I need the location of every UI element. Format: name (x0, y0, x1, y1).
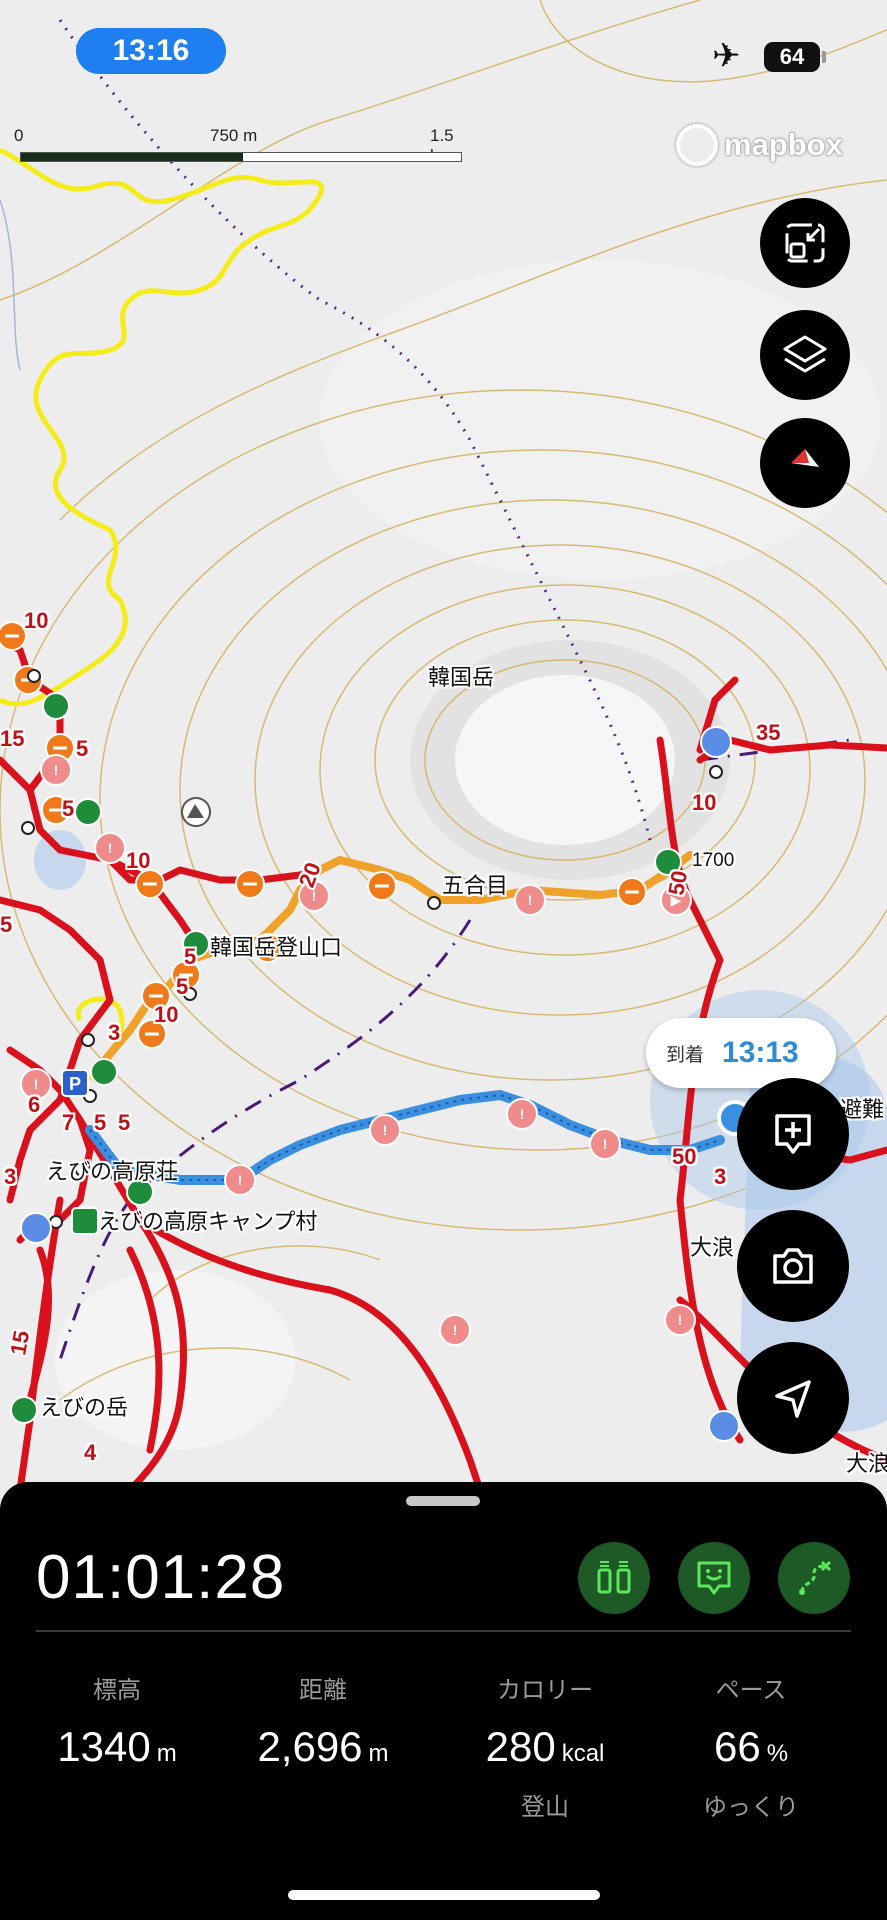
stat-label: 標高 (93, 1677, 141, 1704)
route-icon (799, 1560, 832, 1595)
svg-text:!: ! (520, 1106, 525, 1122)
eta-time: 13:13 (722, 1036, 799, 1069)
add-note-icon (775, 1114, 811, 1154)
scale-bar-line (20, 152, 462, 162)
home-indicator[interactable] (288, 1890, 600, 1900)
mapbox-wordmark: mapbox (724, 127, 843, 162)
svg-text:P: P (69, 1074, 81, 1094)
route-number: 3 (714, 1164, 727, 1189)
mapbox-attribution[interactable]: mapbox (676, 124, 843, 166)
svg-text:!: ! (312, 888, 317, 904)
stat-calories: カロリー 280 kcal 登山 (440, 1670, 650, 1822)
route-number: 5 (94, 1110, 107, 1135)
locate-button[interactable] (737, 1342, 849, 1454)
navigation-arrow-icon (775, 1380, 811, 1418)
route-number: 3 (4, 1164, 17, 1189)
route-number: 10 (24, 608, 49, 633)
battery-indicator: 64 (764, 42, 826, 72)
route-number: 50 (663, 868, 693, 898)
svg-text:!: ! (34, 1076, 39, 1092)
scale-label-mid: 750 m (210, 126, 258, 145)
add-note-button[interactable] (737, 1078, 849, 1190)
route-number: 10 (154, 1002, 179, 1027)
compass-icon (791, 449, 819, 467)
stat-value: 1340 m (57, 1723, 177, 1770)
zoom-fit-button[interactable] (760, 198, 850, 288)
smile-note-icon (697, 1561, 731, 1595)
svg-text:!: ! (54, 762, 59, 778)
scale-label-zero: 0 (14, 126, 24, 145)
map-label-camp-village: えびの高原キャンプ村 (98, 1209, 318, 1234)
route-number: 6 (28, 1092, 41, 1117)
svg-text:!: ! (108, 840, 113, 856)
route-number: 4 (84, 1440, 97, 1465)
layers-icon (783, 335, 827, 373)
camera-button[interactable] (737, 1210, 849, 1322)
route-number: 7 (62, 1110, 75, 1135)
compass-button[interactable] (760, 418, 850, 508)
route-number: 5 (0, 912, 13, 937)
status-time-pill[interactable]: 13:16 (76, 28, 226, 74)
route-number: 5 (176, 974, 189, 999)
svg-text:!: ! (383, 1122, 388, 1138)
map-label-onami-2: 大浪 (846, 1451, 887, 1476)
stat-label: カロリー (497, 1677, 593, 1704)
stat-label: 距離 (299, 1677, 347, 1704)
route-number: 3 (108, 1020, 121, 1045)
route-number: 15 (0, 726, 25, 751)
map-label-trailhead: 韓国岳登山口 (210, 935, 343, 960)
mapbox-logo-icon (676, 124, 718, 166)
route-number: 5 (118, 1110, 131, 1135)
route-number: 5 (184, 944, 197, 969)
map-label-gogome: 五合目 (442, 873, 509, 898)
svg-text:!: ! (453, 1322, 458, 1338)
stat-value: 66% (713, 1723, 789, 1770)
map-label-onami: 大浪 (690, 1235, 735, 1260)
svg-text:!: ! (528, 892, 533, 908)
route-button[interactable] (778, 1542, 850, 1614)
panel-drag-handle[interactable] (406, 1496, 480, 1506)
map-label-ebinodake: えびの岳 (40, 1395, 129, 1420)
eta-label: 到着 (666, 1044, 705, 1066)
map-label-elevation-1700: 1700 (692, 850, 735, 871)
map-label-ebino-kogen-so: えびの高原荘 (46, 1159, 179, 1184)
map-label-karakunidake: 韓国岳 (428, 665, 495, 690)
stat-sub: 登山 (521, 1794, 569, 1821)
elapsed-timer: 01:01:28 (36, 1543, 286, 1612)
route-number: 5 (62, 796, 75, 821)
eta-bubble[interactable]: 到着 13:13 (646, 1018, 836, 1088)
airplane-mode-icon: ✈ (712, 37, 741, 75)
memo-button[interactable] (678, 1542, 750, 1614)
layers-button[interactable] (760, 310, 850, 400)
shrink-icon (785, 223, 825, 263)
route-number: 50 (672, 1144, 697, 1169)
stat-sub: ゆっくり (703, 1794, 799, 1821)
svg-text:!: ! (678, 1312, 683, 1328)
route-number: 15 (5, 1328, 35, 1358)
stat-pace: ペース 66% ゆっくり (646, 1670, 856, 1822)
route-number: 35 (756, 720, 781, 745)
stat-label: ペース (715, 1677, 787, 1704)
checkpoint-icon (597, 1561, 631, 1594)
activity-panel: 01:01:28 標高 1340 m 距離 2,696 m カロリー 280 kcal (0, 1482, 887, 1920)
stat-distance: 距離 2,696 m (218, 1670, 428, 1771)
svg-text:!: ! (603, 1136, 608, 1152)
camera-icon (773, 1248, 813, 1284)
route-number: 10 (126, 848, 151, 873)
stat-value: 2,696 m (257, 1723, 389, 1770)
panel-divider (36, 1630, 851, 1632)
route-number: 10 (692, 790, 717, 815)
svg-text:!: ! (238, 1172, 243, 1188)
stat-elevation: 標高 1340 m (12, 1670, 222, 1771)
route-number: 5 (76, 736, 89, 761)
stat-value: 280 kcal (485, 1723, 605, 1770)
checkpoint-button[interactable] (578, 1542, 650, 1614)
